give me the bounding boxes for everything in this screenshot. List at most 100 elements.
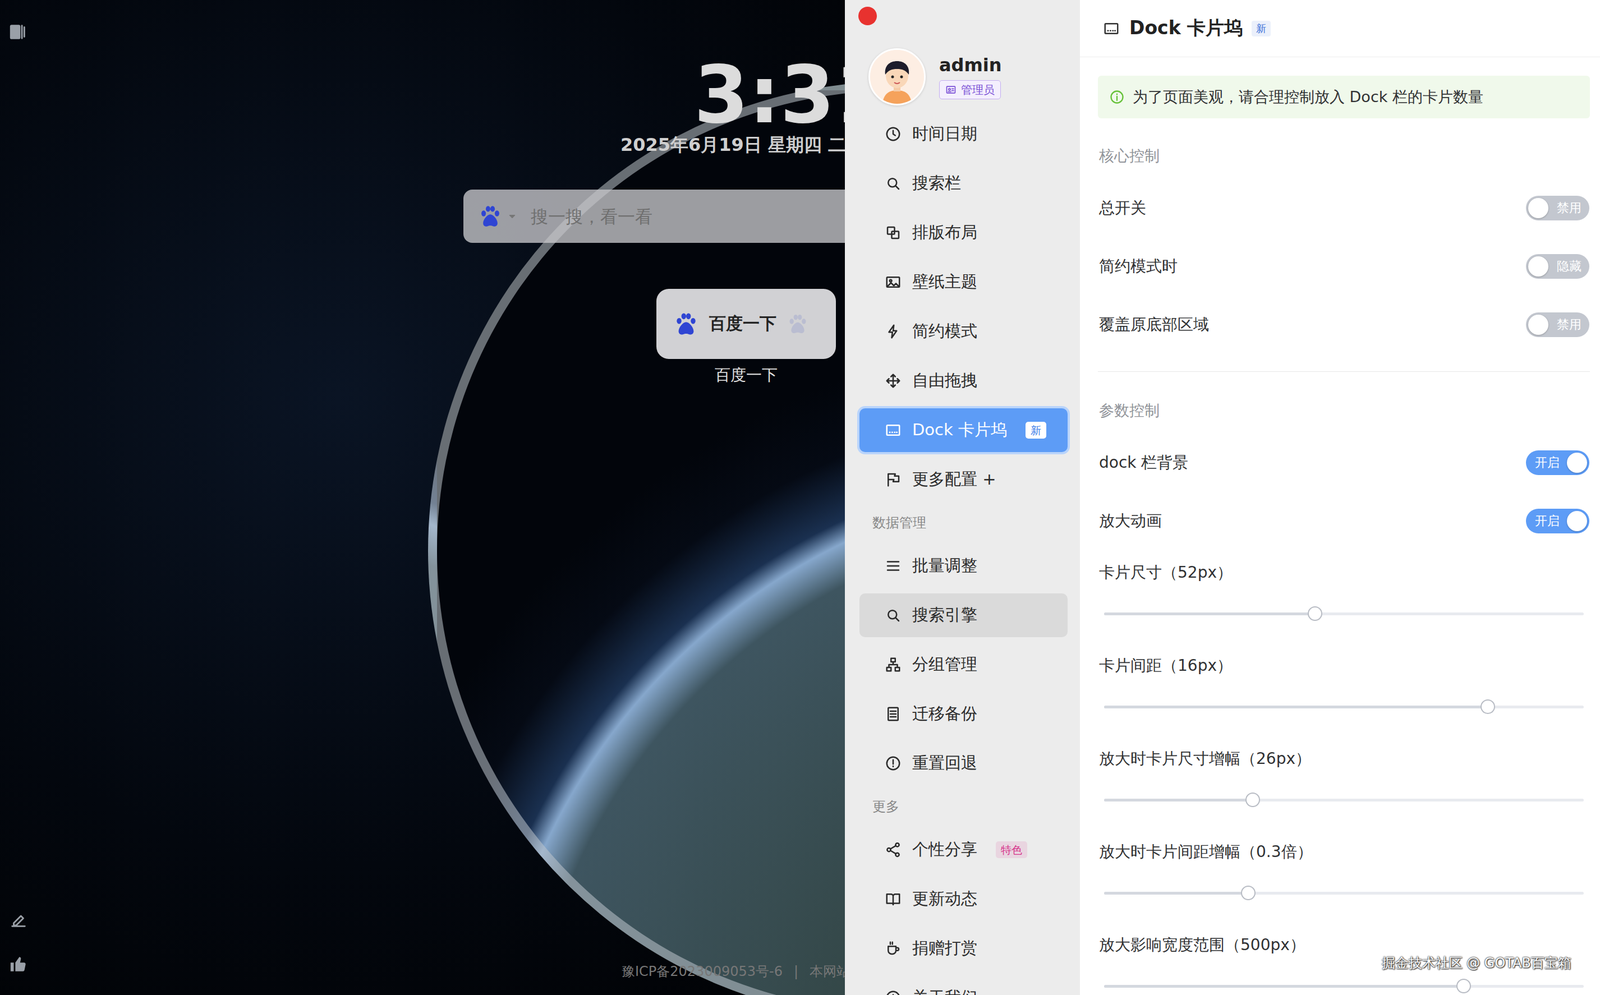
switch-text: 禁用 (1556, 316, 1582, 334)
menu-item[interactable]: 批量调整 (859, 544, 1068, 588)
menu-item[interactable]: 重置回退 (859, 741, 1068, 786)
slider-thumb[interactable] (1480, 699, 1496, 715)
slider-track[interactable] (1104, 705, 1584, 709)
menu-badge: 新 (1025, 421, 1047, 439)
slider-label: 放大时卡片尺寸增幅（26px） (1099, 747, 1590, 771)
menu-item[interactable]: 排版布局 (859, 210, 1068, 255)
site-info: 本网站 (809, 963, 845, 981)
edit-button[interactable] (8, 910, 29, 930)
switch-text: 禁用 (1556, 199, 1582, 217)
engine-select[interactable] (477, 204, 518, 229)
archive-icon (884, 705, 902, 723)
switch-row: 简约模式时隐藏 (1099, 237, 1590, 296)
panel-badge-text: 新 (1256, 22, 1267, 35)
menu-item[interactable]: 关于我们 (859, 976, 1068, 995)
section-title: 更多 (872, 797, 900, 816)
info-circle-icon (1109, 89, 1125, 105)
bolt-icon (884, 323, 902, 340)
slider-thumb[interactable] (1307, 606, 1323, 622)
close-button[interactable] (858, 6, 877, 26)
slider-thumb[interactable] (1456, 978, 1471, 994)
menu-label: 更多配置 + (912, 468, 997, 491)
share-icon (884, 841, 902, 859)
caret-down-icon (507, 211, 518, 222)
slider-area (1104, 584, 1584, 644)
menu-slot: 更新动态 (844, 874, 1080, 924)
slider-label: 卡片间距（16px） (1099, 654, 1590, 678)
toggle-switch[interactable]: 隐藏 (1525, 254, 1590, 279)
slider-thumb[interactable] (1245, 792, 1261, 808)
sidebar-toggle[interactable] (8, 22, 28, 42)
menu-item[interactable]: 简约模式 (859, 309, 1068, 354)
menu-item[interactable]: 个性分享特色 (859, 828, 1068, 872)
slider-track[interactable] (1104, 798, 1584, 802)
sidebar-toggle-icon (8, 22, 28, 42)
icp-link: 豫ICP备2023009053号-6 (621, 963, 783, 981)
menu-slot: 搜索引擎 (844, 590, 1080, 641)
settings-menu: admin管理员时间日期搜索栏排版布局壁纸主题简约模式自由拖拽Dock 卡片坞新… (844, 0, 1080, 995)
slider-track[interactable] (1104, 892, 1584, 895)
slider-fill (1104, 985, 1464, 988)
menu-item[interactable]: 自由拖拽 (859, 359, 1068, 403)
flag-icon (884, 471, 902, 489)
toggle-switch[interactable]: 禁用 (1525, 312, 1590, 338)
menu-slot: 个性分享特色 (844, 825, 1080, 875)
menu-item[interactable]: 时间日期 (859, 112, 1068, 156)
toggle-switch[interactable]: 开启 (1525, 450, 1590, 476)
menu-item[interactable]: 搜索栏 (859, 161, 1068, 206)
menu-slot: 简约模式 (844, 306, 1080, 357)
menu-item-hover: Dock 卡片坞新 (859, 408, 1068, 453)
menu-slot: 自由拖拽 (844, 356, 1080, 406)
slider-fill (1104, 705, 1488, 709)
section-title: 数据管理 (872, 513, 927, 532)
menu-item[interactable]: 捐赠打赏 (859, 926, 1068, 971)
switch-text: 隐藏 (1556, 258, 1582, 275)
coffee-icon (884, 940, 902, 958)
switch-knob (1528, 314, 1549, 335)
menu-item[interactable]: 搜索引擎 (859, 593, 1068, 638)
menu-label: 重置回退 (912, 752, 978, 775)
layout-icon (884, 224, 902, 242)
menu-item[interactable]: 迁移备份 (859, 692, 1068, 737)
menu-item[interactable]: Dock 卡片坞新 (859, 408, 1068, 453)
slider-area (1104, 863, 1584, 923)
menu-item[interactable]: 更新动态 (859, 877, 1068, 922)
menu-item[interactable]: 更多配置 + (859, 457, 1068, 502)
menu-item[interactable]: 壁纸主题 (859, 260, 1068, 305)
slider-thumb[interactable] (1240, 885, 1256, 901)
toggle-switch[interactable]: 开启 (1525, 508, 1590, 534)
menu-label: 捐赠打赏 (912, 937, 978, 960)
divider (1097, 371, 1590, 372)
like-button[interactable] (8, 954, 29, 974)
section-title: 参数控制 (1099, 401, 1590, 421)
menu-item-hover: 搜索引擎 (859, 593, 1068, 638)
menu-item-hover: 更新动态 (859, 877, 1068, 922)
dock-icon (884, 421, 902, 439)
menu-section: 更多 (844, 788, 1080, 826)
avatar (868, 48, 926, 106)
slider-track[interactable] (1104, 985, 1584, 988)
slider-track[interactable] (1104, 612, 1584, 616)
toggle-switch[interactable]: 禁用 (1525, 195, 1590, 221)
search-input[interactable] (529, 205, 845, 228)
slider: 放大时卡片尺寸增幅（26px） (1079, 747, 1600, 830)
menu-slot: 迁移备份 (844, 689, 1080, 739)
switch-row: 覆盖原底部区域禁用 (1099, 295, 1590, 354)
menu-item-hover: 壁纸主题 (859, 260, 1068, 305)
slider-area (1104, 770, 1584, 830)
menu-label: 关于我们 (912, 986, 978, 995)
slider-label: 放大影响宽度范围（500px） (1099, 934, 1590, 957)
baidu-paw-icon (673, 311, 700, 338)
menu-item-hover: 捐赠打赏 (859, 926, 1068, 971)
menu-item[interactable]: 分组管理 (859, 642, 1068, 687)
menu-label: 壁纸主题 (912, 270, 978, 294)
menu-item-hover: 关于我们 (859, 976, 1068, 995)
shortcut-card[interactable]: 百度一下 (656, 288, 836, 360)
menu-slot: 搜索栏 (844, 158, 1080, 209)
menu-section: 数据管理 (844, 504, 1080, 542)
search-icon (884, 175, 902, 192)
menu-item-hover: 时间日期 (859, 112, 1068, 156)
app: 3:31:22025年6月19日 星期四 二百度一下百度一下豫ICP备20230… (0, 0, 1600, 995)
switch-row: 放大动画开启 (1099, 492, 1590, 551)
menu-slot: 捐赠打赏 (844, 923, 1080, 974)
